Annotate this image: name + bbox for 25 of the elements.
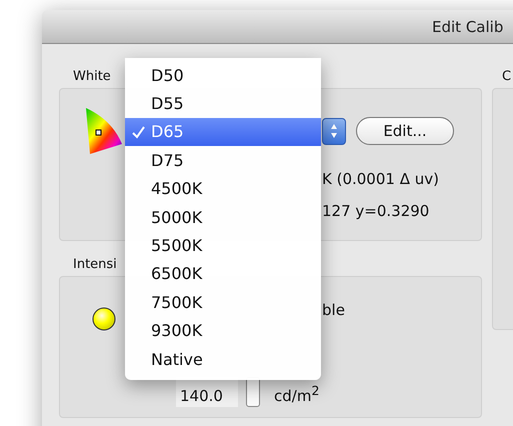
menu-item[interactable]: D75 (125, 146, 321, 175)
window-title: Edit Calib (432, 18, 504, 36)
color-temp-text: K (0.0001 Δ uv) (322, 169, 440, 190)
menu-item[interactable]: D65 (125, 118, 321, 146)
unit-label: cd/m$^{2}$ (274, 382, 320, 405)
menu-item[interactable]: Native (125, 344, 321, 374)
group-label: White (73, 69, 111, 85)
edit-button[interactable]: Edit... (356, 117, 454, 145)
menu-item[interactable]: D50 (125, 61, 321, 90)
group-label: C (502, 69, 512, 85)
menu-item[interactable]: 7500K (125, 288, 321, 317)
check-icon (132, 126, 145, 139)
intensity-field[interactable]: 140.0 (176, 377, 238, 407)
radio-label: ble (322, 301, 345, 319)
menu-item[interactable]: 6500K (125, 260, 321, 288)
menu-item[interactable]: 4500K (125, 174, 321, 203)
up-down-arrows-icon (330, 123, 338, 139)
menu-item[interactable]: 5500K (125, 231, 321, 260)
cie-xy-text: 127 y=0.3290 (322, 201, 430, 222)
menu-item[interactable]: 9300K (125, 316, 321, 345)
menu-item[interactable]: D55 (125, 89, 321, 118)
menu-item[interactable]: 5000K (125, 202, 321, 232)
popup-stepper[interactable] (322, 118, 346, 144)
group-label: Intensi (73, 257, 117, 273)
stepper-control[interactable] (246, 377, 260, 407)
